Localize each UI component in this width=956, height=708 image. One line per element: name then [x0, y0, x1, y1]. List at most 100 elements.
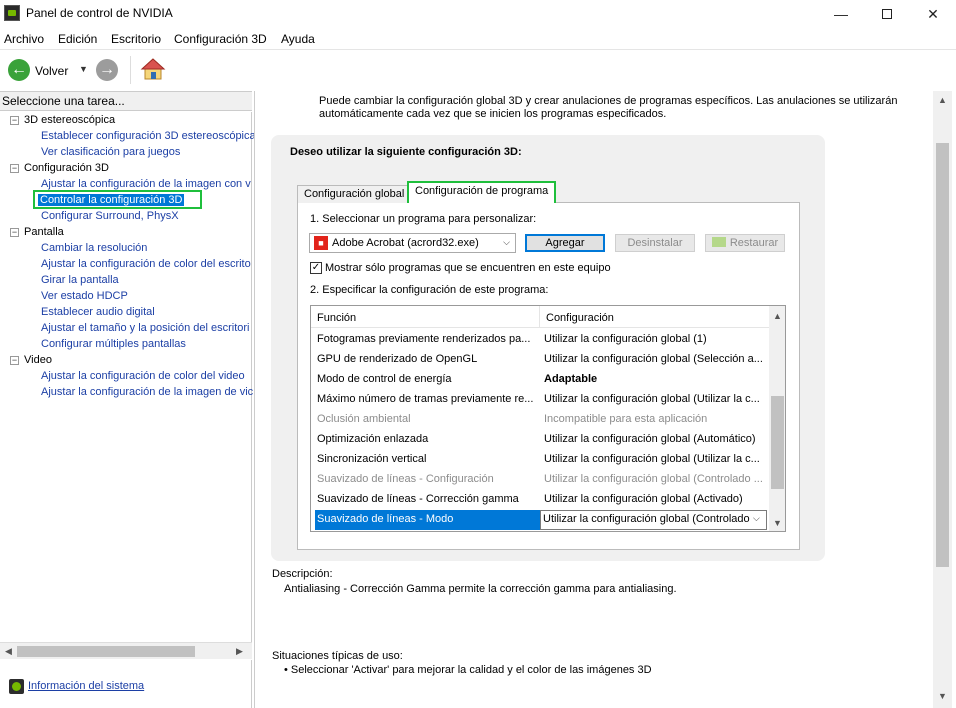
description-title: Descripción: [272, 568, 333, 580]
tree-category-pantalla[interactable]: Pantalla [24, 226, 64, 238]
program-select[interactable]: ■ Adobe Acrobat (acrord32.exe) ⌵ [309, 233, 516, 253]
tree-category-3d-estereoscopica[interactable]: 3D estereoscópica [24, 114, 115, 126]
chevron-down-icon: ⌵ [503, 237, 510, 247]
task-tree: − 3D estereoscópica Establecer configura… [0, 112, 256, 642]
tree-item-ver-hdcp[interactable]: Ver estado HDCP [41, 290, 128, 302]
collapse-icon[interactable]: − [10, 164, 19, 173]
table-row[interactable]: Fotogramas previamente renderizados pa..… [311, 330, 769, 350]
arrow-left-icon[interactable]: ← [8, 59, 30, 81]
menu-bar: Archivo Edición Escritorio Configuración… [0, 30, 956, 48]
uninstall-button[interactable]: Desinstalar [615, 234, 695, 252]
tree-item-ajustar-tamano[interactable]: Ajustar el tamaño y la posición del escr… [41, 322, 249, 334]
row-setting: Utilizar la configuración global (Selecc… [544, 353, 763, 365]
usage-text: • Seleccionar 'Activar' para mejorar la … [284, 664, 652, 676]
tree-item-establecer-3d-estereoscopica[interactable]: Establecer configuración 3D estereoscópi… [41, 130, 256, 142]
scrollbar-thumb[interactable] [17, 646, 195, 657]
row-function: Suavizado de líneas - Corrección gamma [317, 493, 519, 505]
row-function: Suavizado de líneas - Modo [317, 513, 454, 525]
tree-item-controlar-3d[interactable]: Controlar la configuración 3D [38, 194, 185, 206]
pdf-icon: ■ [314, 236, 328, 250]
table-row-selected[interactable]: Suavizado de líneas - Modo Utilizar la c… [311, 510, 769, 530]
scrollbar-thumb[interactable] [771, 396, 784, 489]
settings-heading: Deseo utilizar la siguiente configuració… [290, 146, 522, 158]
tree-item-label: Controlar la configuración 3D [38, 194, 185, 206]
row-function: Fotogramas previamente renderizados pa..… [317, 333, 531, 345]
row-setting: Adaptable [544, 373, 598, 385]
scroll-right-icon[interactable]: ▶ [236, 646, 243, 657]
arrow-right-icon[interactable]: → [96, 59, 118, 81]
tree-item-girar-pantalla[interactable]: Girar la pantalla [41, 274, 119, 286]
row-setting: Utilizar la configuración global (Utiliz… [544, 393, 760, 405]
scroll-up-icon[interactable]: ▲ [938, 95, 947, 105]
row-function: Sincronización vertical [317, 453, 427, 465]
scroll-up-icon[interactable]: ▲ [773, 311, 782, 321]
tree-item-imagen-video[interactable]: Ajustar la configuración de la imagen de… [41, 386, 253, 398]
menu-ayuda[interactable]: Ayuda [281, 32, 315, 46]
home-icon[interactable] [140, 56, 166, 82]
collapse-icon[interactable]: − [10, 356, 19, 365]
toolbar: ← Volver ▼ → [0, 49, 956, 91]
show-local-programs-checkbox[interactable]: ✓ [310, 262, 322, 274]
title-bar: Panel de control de NVIDIA — ✕ [0, 0, 956, 28]
nvidia-app-icon [4, 5, 20, 21]
row-setting: Utilizar la configuración global (Automá… [544, 433, 756, 445]
maximize-button[interactable] [864, 0, 910, 28]
row-function: Máximo número de tramas previamente re..… [317, 393, 534, 405]
row-function: Optimización enlazada [317, 433, 429, 445]
window-title: Panel de control de NVIDIA [26, 6, 173, 20]
row-setting: Utilizar la configuración global (Activa… [544, 493, 743, 505]
row-function: Oclusión ambiental [317, 413, 411, 425]
scroll-left-icon[interactable]: ◀ [5, 646, 12, 657]
table-row: Oclusión ambiental Incompatible para est… [311, 410, 769, 430]
tree-category-configuracion-3d[interactable]: Configuración 3D [24, 162, 109, 174]
menu-edicion[interactable]: Edición [58, 32, 97, 46]
maximize-icon [882, 9, 892, 19]
system-info-icon[interactable] [9, 679, 24, 694]
menu-escritorio[interactable]: Escritorio [111, 32, 161, 46]
program-select-value: Adobe Acrobat (acrord32.exe) [332, 237, 479, 249]
step1-label: 1. Seleccionar un programa para personal… [310, 213, 537, 225]
left-horizontal-scrollbar[interactable]: ◀ ▶ [0, 642, 252, 659]
content-vertical-scrollbar[interactable]: ▲ ▼ [933, 91, 952, 708]
usage-title: Situaciones típicas de uso: [272, 650, 403, 662]
tree-item-audio-digital[interactable]: Establecer audio digital [41, 306, 155, 318]
collapse-icon[interactable]: − [10, 116, 19, 125]
table-row[interactable]: Suavizado de líneas - Corrección gamma U… [311, 490, 769, 510]
show-local-programs-label[interactable]: Mostrar sólo programas que se encuentren… [325, 262, 611, 274]
tree-item-multiples-pantallas[interactable]: Configurar múltiples pantallas [41, 338, 186, 350]
system-info-link[interactable]: Información del sistema [28, 680, 144, 692]
row-setting: Utilizar la configuración global (1) [544, 333, 707, 345]
chevron-down-icon[interactable]: ⌵ [753, 513, 760, 524]
tab-configuracion-global[interactable]: Configuración global [297, 185, 412, 203]
table-vertical-scrollbar[interactable]: ▲ ▼ [769, 306, 785, 531]
add-button[interactable]: Agregar [525, 234, 605, 252]
table-row[interactable]: Optimización enlazada Utilizar la config… [311, 430, 769, 450]
tree-item-ajustar-imagen[interactable]: Ajustar la configuración de la imagen co… [41, 178, 251, 190]
minimize-button[interactable]: — [818, 0, 864, 28]
table-row[interactable]: Modo de control de energía Adaptable [311, 370, 769, 390]
scrollbar-thumb[interactable] [936, 143, 949, 567]
scroll-down-icon[interactable]: ▼ [773, 518, 782, 528]
column-header-configuracion[interactable]: Configuración [540, 306, 769, 328]
scroll-down-icon[interactable]: ▼ [938, 691, 947, 701]
close-button[interactable]: ✕ [910, 0, 956, 28]
menu-archivo[interactable]: Archivo [4, 32, 44, 46]
tree-item-ajustar-color-escritorio[interactable]: Ajustar la configuración de color del es… [41, 258, 251, 270]
back-button[interactable]: Volver [35, 64, 68, 78]
column-header-funcion[interactable]: Función [311, 306, 540, 328]
table-row[interactable]: Sincronización vertical Utilizar la conf… [311, 450, 769, 470]
intro-text: Puede cambiar la configuración global 3D… [319, 95, 898, 120]
tab-configuracion-programa[interactable]: Configuración de programa [407, 181, 557, 203]
tree-item-cambiar-resolucion[interactable]: Cambiar la resolución [41, 242, 147, 254]
tree-category-video[interactable]: Video [24, 354, 52, 366]
collapse-icon[interactable]: − [10, 228, 19, 237]
table-row[interactable]: GPU de renderizado de OpenGL Utilizar la… [311, 350, 769, 370]
table-row[interactable]: Máximo número de tramas previamente re..… [311, 390, 769, 410]
restore-button[interactable]: Restaurar [705, 234, 785, 252]
tree-item-configurar-surround[interactable]: Configurar Surround, PhysX [41, 210, 179, 222]
menu-configuracion-3d[interactable]: Configuración 3D [174, 32, 267, 46]
row-setting: Utilizar la configuración global (Contro… [543, 513, 750, 525]
tree-item-color-video[interactable]: Ajustar la configuración de color del vi… [41, 370, 245, 382]
history-dropdown-icon[interactable]: ▼ [79, 64, 88, 74]
tree-item-ver-clasificacion[interactable]: Ver clasificación para juegos [41, 146, 180, 158]
